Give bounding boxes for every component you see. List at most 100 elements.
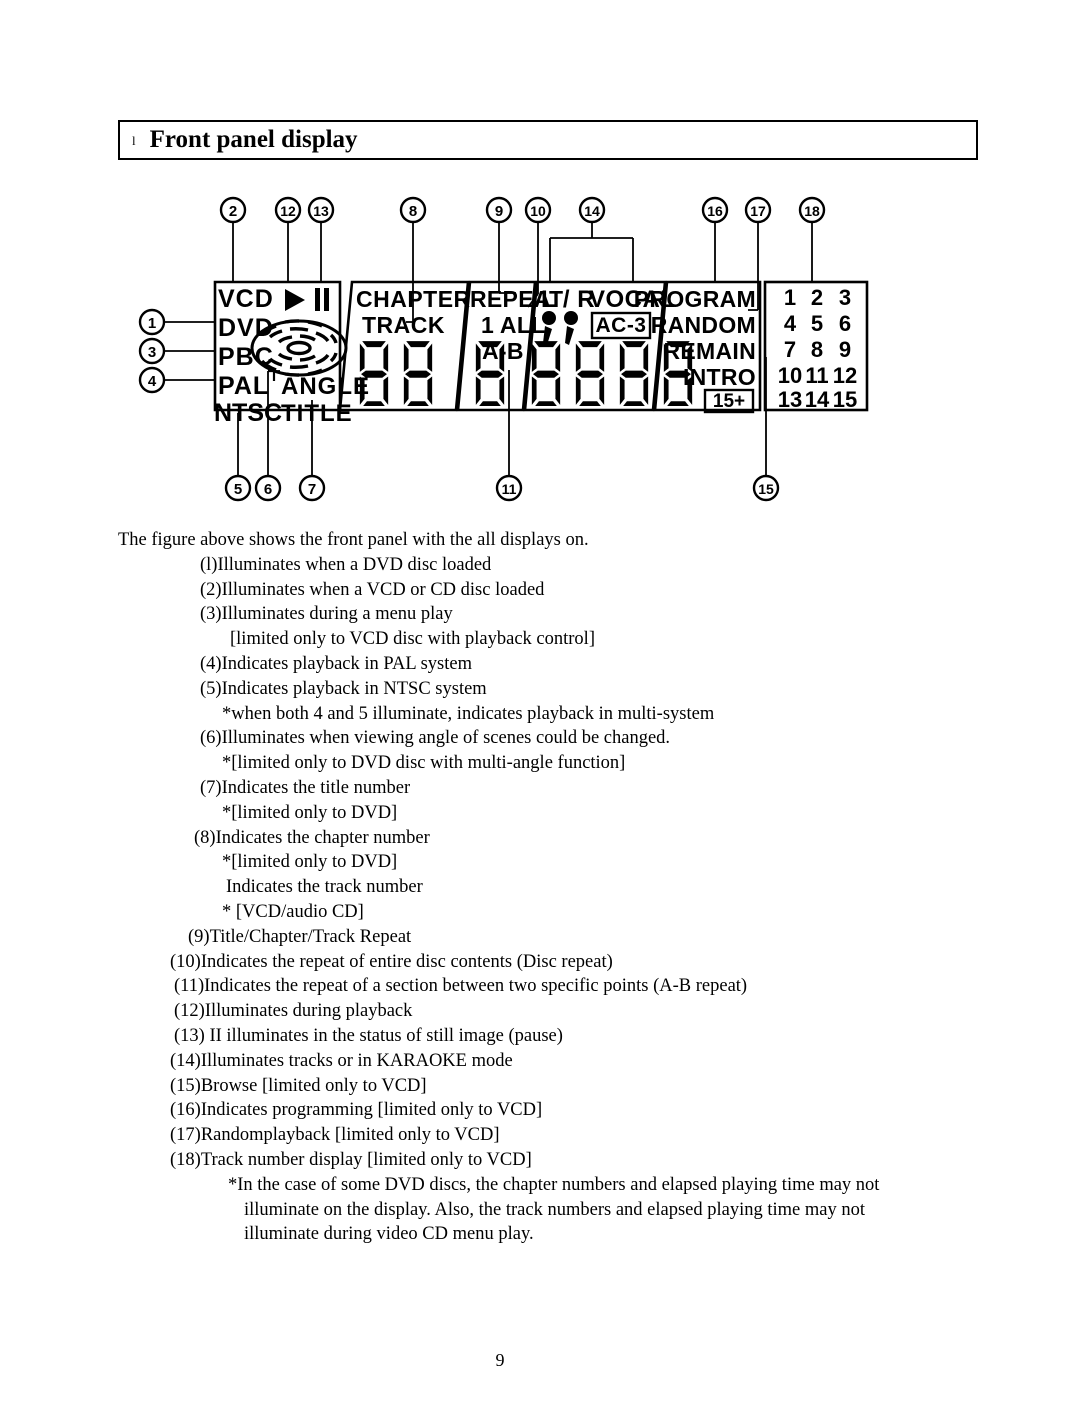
track-number-cell: 2 [811,285,823,310]
label-pal: PAL [218,372,269,400]
track-number-cell: 13 [778,387,802,412]
track-number-cell: 6 [839,311,851,336]
svg-text:15+: 15+ [713,391,745,412]
callout-16: 16 [701,196,729,282]
svg-text:5: 5 [234,481,242,498]
label-program: PROGRAM [634,286,756,312]
legend-line: *[limited only to DVD disc with multi-an… [222,753,626,774]
callout-13: 13 [307,196,335,282]
track-number-cell: 11 [805,363,828,388]
label-1-all: 1 ALL [481,312,546,338]
legend-line: The figure above shows the front panel w… [118,530,589,550]
track-number-cell: 15 [833,387,857,412]
svg-text:AC-3: AC-3 [595,314,646,337]
label-ac3: AC-3 [590,311,652,340]
label-random: RANDOM [651,312,756,338]
label-intro: INTRO [683,364,756,390]
panel-section-program: PROGRAM RANDOM REMAIN INTRO 15+ [634,280,762,414]
legend-line: (8)Indicates the chapter number [194,827,430,848]
track-number-cell: 9 [839,337,851,362]
legend-line: *when both 4 and 5 illuminate, indicates… [222,703,715,724]
callout-14: 14 [549,196,634,282]
play-triangle-icon [285,289,305,311]
svg-text:1: 1 [148,315,156,332]
title-bullet-marker: l [132,132,136,148]
svg-text:8: 8 [409,203,417,220]
legend-line: (14)Illuminates tracks or in KARAOKE mod… [170,1050,513,1071]
legend-line: (15)Browse [limited only to VCD] [170,1075,427,1096]
legend-line: (9)Title/Chapter/Track Repeat [188,926,412,947]
callout-8: 8 [399,196,427,282]
legend-line: *[limited only to DVD] [222,802,398,823]
svg-text:9: 9 [495,203,503,220]
legend-line: (4)Indicates playback in PAL system [200,653,472,674]
svg-text:10: 10 [530,203,546,219]
track-number-cell: 8 [811,337,823,362]
legend-line: (13) II illuminates in the status of sti… [174,1025,563,1046]
legend-line: (6)Illuminates when viewing angle of sce… [200,728,671,749]
front-panel-display-figure: 2 12 13 8 9 10 14 16 17 18 1 3 4 5 6 7 1… [0,185,1080,515]
legend-line: [limited only to VCD disc with playback … [230,629,595,650]
legend-line: (12)Illuminates during playback [174,1001,413,1022]
svg-text:15: 15 [758,481,774,497]
legend-line: (2)Illuminates when a VCD or CD disc loa… [200,579,545,600]
section-title-bar: l Front panel display [118,120,978,160]
legend-line: illuminate during video CD menu play. [244,1224,534,1245]
legend-line: (7)Indicates the title number [200,777,411,798]
track-number-cell: 3 [839,285,851,310]
track-number-cell: 1 [784,285,796,310]
callout-group-left: 1 3 4 [138,308,215,394]
label-ntsc: NTSC [214,399,282,427]
legend-line: (10)Indicates the repeat of entire disc … [170,951,613,972]
front-panel-display-diagram: 2 12 13 8 9 10 14 16 17 18 1 3 4 5 6 7 1… [138,196,869,502]
legend-line: Indicates the track number [226,877,423,898]
page-number: 9 [495,1350,505,1370]
label-angle: ANGLE [281,373,370,400]
svg-text:11: 11 [502,481,517,497]
legend-line: (17)Randomplayback [limited only to VCD] [170,1125,500,1146]
callout-18: 18 [798,196,826,282]
svg-text:3: 3 [148,344,156,361]
callout-9: 9 [485,196,516,294]
legend-line: (5)Indicates playback in NTSC system [200,678,487,699]
panel-section-track-grid: 1 2 34 5 67 8 910 11 1213 14 15 [763,280,869,412]
chapter-track-digits [359,341,433,406]
legend-line: (l)Illuminates when a DVD disc loaded [200,554,492,575]
panel-section-status-indicators: VCD DVD PBC PAL NTSC ANGLE TITLE [213,280,370,427]
legend-line: (18)Track number display [limited only t… [170,1149,532,1170]
callout-2: 2 [219,196,247,282]
track-number-cell: 12 [833,363,857,388]
callout-3: 3 [138,337,215,365]
label-vcd: VCD [218,285,274,313]
page-title: Front panel display [149,126,358,153]
svg-text:7: 7 [308,481,316,498]
legend-line: * [VCD/audio CD] [222,901,364,922]
callout-12: 12 [274,196,302,282]
svg-text:6: 6 [264,481,272,498]
svg-text:12: 12 [280,203,296,219]
pause-bars-icon [315,288,320,311]
legend-text-block: The figure above shows the front panel w… [118,528,998,1247]
svg-text:13: 13 [313,203,329,219]
track-number-cell: 5 [811,311,823,336]
track-number-cell: 14 [805,387,830,412]
time-digits [531,341,649,406]
label-title: TITLE [281,400,353,427]
svg-text:14: 14 [584,203,600,219]
track-number-cell: 4 [784,311,797,336]
svg-text:17: 17 [750,203,766,219]
legend-line: *[limited only to DVD] [222,852,398,873]
callout-1: 1 [138,308,215,336]
legend-line: (3)Illuminates during a menu play [200,604,453,625]
label-track: TRACK [362,312,445,338]
legend-line: (11)Indicates the repeat of a section be… [174,976,748,997]
legend-line: illuminate on the display. Also, the tra… [244,1199,865,1220]
label-l-r: L / R [541,286,595,313]
callout-4: 4 [138,366,215,394]
legend-line: *In the case of some DVD discs, the chap… [228,1174,880,1195]
track-number-cell: 10 [778,363,802,388]
microphone-icon-right [564,311,578,345]
svg-text:16: 16 [707,203,723,219]
legend-line: (16)Indicates programming [limited only … [170,1100,543,1121]
svg-text:18: 18 [804,203,820,219]
